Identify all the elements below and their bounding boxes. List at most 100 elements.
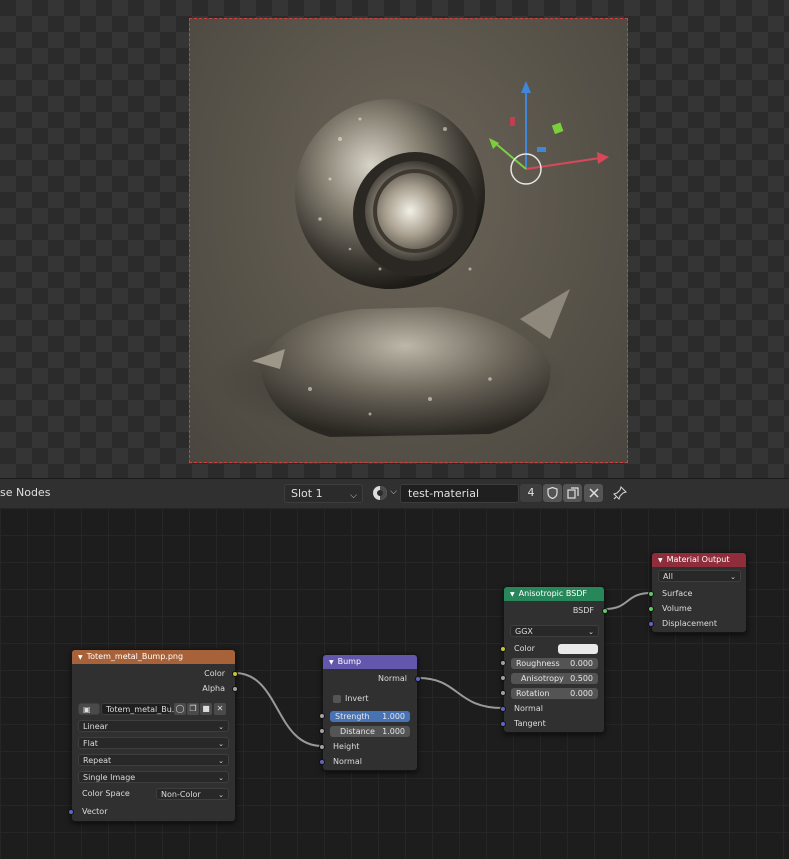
input-tangent: Tangent — [504, 717, 604, 731]
image-name-field[interactable]: Totem_metal_Bu... — [101, 703, 179, 715]
anisotropic-bsdf-node[interactable]: ▼ Anisotropic BSDF BSDF GGX ⌄ Color Roughn… — [500, 586, 608, 733]
chevron-down-icon: ⌄ — [218, 723, 224, 731]
displacement-input-socket[interactable] — [648, 621, 654, 627]
anisotropy-input-socket[interactable] — [500, 675, 506, 681]
close-icon[interactable]: ✕ — [214, 703, 226, 715]
field-label: Distance — [340, 727, 375, 736]
shield-icon[interactable]: ◯ — [174, 703, 186, 715]
anisotropy-field[interactable]: Anisotropy 0.500 — [511, 673, 598, 684]
height-input-socket[interactable] — [319, 744, 325, 750]
node-header[interactable]: ▼ Bump — [323, 655, 417, 669]
node-header[interactable]: ▼ Material Output — [652, 553, 746, 567]
bsdf-output-socket[interactable] — [602, 608, 608, 614]
projection-dropdown[interactable]: Flat ⌄ — [78, 737, 229, 749]
volume-input-socket[interactable] — [648, 606, 654, 612]
input-surface: Surface — [652, 587, 746, 601]
chevron-down-icon: ⌄ — [218, 757, 224, 765]
material-users-count[interactable]: 4 — [520, 484, 542, 502]
editor-title: se Nodes — [0, 486, 51, 499]
color-swatch[interactable] — [558, 644, 598, 654]
output-alpha: Alpha — [72, 682, 235, 696]
image-texture-node[interactable]: ▼ Totem_metal_Bump.png Color Alpha ▣ Tote… — [68, 649, 238, 822]
color-input-socket[interactable] — [500, 646, 506, 652]
duplicate-material-button[interactable] — [563, 484, 582, 502]
distribution-dropdown[interactable]: GGX ⌄ — [510, 625, 599, 637]
pin-button[interactable] — [610, 484, 629, 502]
socket-label: Alpha — [202, 684, 225, 693]
normal-input-socket[interactable] — [319, 759, 325, 765]
socket-label: Volume — [662, 604, 692, 613]
dropdown-value: Flat — [83, 739, 98, 748]
strength-input-socket[interactable] — [319, 713, 325, 719]
vector-input-socket[interactable] — [68, 809, 74, 815]
extension-dropdown[interactable]: Repeat ⌄ — [78, 754, 229, 766]
socket-label: Height — [333, 742, 360, 751]
label-text: Invert — [345, 694, 369, 703]
tangent-input-socket[interactable] — [500, 721, 506, 727]
collapse-arrow-icon[interactable]: ▼ — [78, 654, 83, 661]
bump-node[interactable]: ▼ Bump Normal Invert Strength 1.000 Distan… — [319, 654, 421, 771]
shield-icon — [547, 486, 558, 500]
rotation-input-socket[interactable] — [500, 690, 506, 696]
material-output-node[interactable]: ▼ Material Output All ⌄ Surface Volume Dis… — [648, 552, 747, 633]
duplicate-icon — [566, 487, 579, 499]
normal-input-socket[interactable] — [500, 706, 506, 712]
output-bsdf: BSDF — [504, 604, 604, 618]
invert-label: Invert — [345, 692, 417, 706]
image-icon: ▣ — [83, 705, 91, 714]
material-browse-button[interactable]: ⌵ — [369, 484, 399, 503]
render-image — [210, 81, 609, 439]
field-label: Rotation — [516, 689, 550, 698]
color-output-socket[interactable] — [232, 671, 238, 677]
render-viewport[interactable] — [0, 0, 789, 478]
socket-label: BSDF — [572, 606, 594, 615]
distance-field[interactable]: Distance 1.000 — [330, 726, 410, 737]
socket-label: Normal — [378, 674, 407, 683]
rotation-field[interactable]: Rotation 0.000 — [511, 688, 598, 699]
duplicate-icon[interactable]: ❐ — [187, 703, 199, 715]
target-dropdown[interactable]: All ⌄ — [658, 570, 741, 582]
image-browse-button[interactable]: ▣ — [78, 703, 100, 715]
input-volume: Volume — [652, 602, 746, 616]
alpha-output-socket[interactable] — [232, 686, 238, 692]
interpolation-dropdown[interactable]: Linear ⌄ — [78, 720, 229, 732]
source-dropdown[interactable]: Single Image ⌄ — [78, 771, 229, 783]
socket-label: Normal — [333, 757, 362, 766]
material-name-field[interactable]: test-material — [400, 484, 519, 503]
field-label: Anisotropy — [521, 674, 564, 683]
chevron-down-icon: ⌄ — [730, 573, 736, 581]
color-space-dropdown[interactable]: Non-Color ⌄ — [156, 788, 229, 800]
socket-label: Color — [514, 644, 535, 653]
node-header[interactable]: ▼ Anisotropic BSDF — [504, 587, 604, 601]
output-color: Color — [72, 667, 235, 681]
folder-icon[interactable]: ■ — [200, 703, 212, 715]
node-editor-header: se Nodes Slot 1 ⌵ ⌵ test-material 4 — [0, 478, 789, 509]
input-vector: Vector — [72, 805, 235, 819]
distance-input-socket[interactable] — [319, 728, 325, 734]
socket-label: Tangent — [514, 719, 546, 728]
strength-field[interactable]: Strength 1.000 — [330, 711, 410, 722]
output-normal: Normal — [323, 672, 417, 686]
socket-label: Vector — [82, 807, 108, 816]
label-text: Color Space — [82, 789, 130, 798]
roughness-field[interactable]: Roughness 0.000 — [511, 658, 598, 669]
field-value: 1.000 — [382, 712, 405, 721]
node-title: Bump — [337, 657, 362, 666]
collapse-arrow-icon[interactable]: ▼ — [329, 659, 334, 666]
material-sphere-icon — [373, 486, 387, 500]
unlink-material-button[interactable] — [584, 484, 603, 502]
invert-checkbox[interactable] — [333, 695, 341, 703]
field-label: Roughness — [516, 659, 560, 668]
normal-output-socket[interactable] — [415, 676, 421, 682]
slot-dropdown[interactable]: Slot 1 ⌵ — [284, 484, 363, 503]
collapse-arrow-icon[interactable]: ▼ — [510, 591, 515, 598]
roughness-input-socket[interactable] — [500, 660, 506, 666]
fake-user-button[interactable] — [543, 484, 562, 502]
dropdown-value: Single Image — [83, 773, 136, 782]
surface-input-socket[interactable] — [648, 591, 654, 597]
node-header[interactable]: ▼ Totem_metal_Bump.png — [72, 650, 235, 664]
field-value: 0.000 — [570, 659, 593, 668]
collapse-arrow-icon[interactable]: ▼ — [658, 557, 663, 564]
node-title: Totem_metal_Bump.png — [86, 652, 184, 661]
chevron-down-icon: ⌵ — [390, 487, 397, 497]
